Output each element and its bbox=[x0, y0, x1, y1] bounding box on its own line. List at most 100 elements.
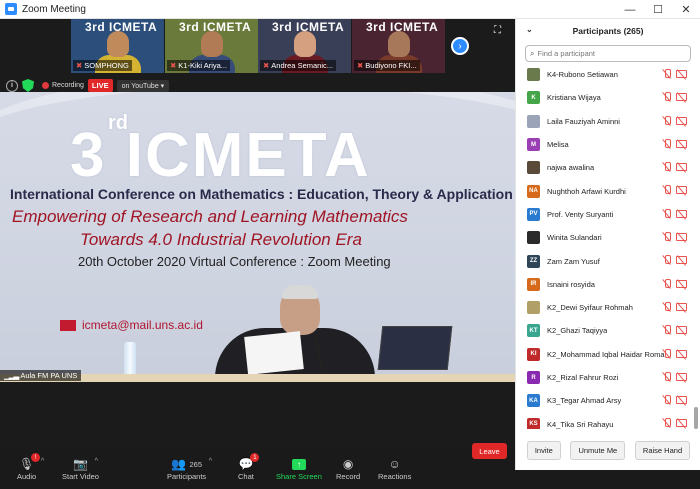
laptop bbox=[377, 326, 453, 370]
participant-row[interactable]: KS K4_Tika Sri Rahayu bbox=[516, 412, 700, 429]
participant-face bbox=[294, 31, 316, 57]
chat-unread-badge: 1 bbox=[250, 453, 260, 462]
participant-row[interactable]: K2_Dewi Syifaur Rohmah bbox=[516, 296, 700, 319]
participants-options-chevron-icon[interactable]: ^ bbox=[209, 458, 212, 465]
avatar: KS bbox=[527, 417, 540, 429]
participants-list: K4-Rubono Setiawan K Kristiana Wijaya Laila… bbox=[516, 63, 700, 429]
mic-muted-icon bbox=[663, 208, 671, 219]
video-thumbnail-strip: 3rd ICMETA ✖ SOMPHONG 3rd ICMETA ✖ K1-Kiki Ar… bbox=[0, 19, 515, 73]
participant-name: K2_Dewi Syifaur Rohmah bbox=[547, 303, 633, 313]
water-bottle bbox=[124, 342, 136, 378]
mic-muted-icon bbox=[663, 255, 671, 265]
video-thumbnail[interactable]: 3rd ICMETA ✖ Budiyono FKI... bbox=[352, 19, 445, 73]
participant-name: K2_Ghazi Taqiyya bbox=[547, 326, 608, 336]
recording-indicator[interactable]: Recording bbox=[42, 82, 84, 89]
participant-row[interactable]: ZZ Zam Zam Yusuf bbox=[516, 249, 700, 272]
share-screen-button[interactable]: ↑ Share Screen bbox=[276, 456, 322, 481]
video-off-icon bbox=[676, 256, 687, 265]
participant-search[interactable]: ⌕ bbox=[525, 45, 691, 62]
participant-row[interactable]: K Kristiana Wijaya bbox=[516, 86, 700, 109]
raise-hand-button[interactable]: Raise Hand bbox=[634, 440, 691, 460]
info-icon[interactable]: i bbox=[6, 79, 18, 92]
record-button[interactable]: ◉ Record bbox=[336, 456, 360, 481]
reactions-button[interactable]: ☺ Reactions bbox=[378, 456, 411, 481]
thumbnail-name-label: ✖ K1-Kiki Ariya... bbox=[167, 60, 231, 71]
close-button[interactable]: ✕ bbox=[672, 0, 700, 19]
live-badge[interactable]: LIVE bbox=[87, 79, 113, 92]
thumbnail-name-label: ✖ Andrea Semanic... bbox=[260, 60, 336, 71]
avatar: M bbox=[527, 138, 540, 152]
mic-muted-icon: ✖ bbox=[263, 61, 270, 70]
mic-muted-icon bbox=[663, 138, 671, 149]
fullscreen-icon[interactable]: ⛶ bbox=[494, 25, 501, 36]
next-thumbnails-button[interactable]: › bbox=[451, 37, 469, 55]
participants-icon: 👥 bbox=[171, 457, 187, 471]
participant-face bbox=[388, 31, 410, 57]
meeting-status-row: i Recording LIVE on YouTube ▾ bbox=[6, 79, 170, 92]
shield-icon[interactable] bbox=[22, 79, 34, 92]
maximize-button[interactable]: ☐ bbox=[644, 0, 672, 19]
participant-row[interactable]: KA K3_Tegar Ahmad Arsy bbox=[516, 389, 700, 412]
participant-row[interactable]: PV Prof. Venty Suryanti bbox=[516, 203, 700, 226]
mic-muted-icon bbox=[663, 348, 671, 359]
mic-muted-icon bbox=[663, 92, 671, 102]
video-off-icon bbox=[676, 93, 687, 102]
participants-scrollbar[interactable] bbox=[693, 63, 698, 429]
participants-button[interactable]: 👥 265 ^ Participants bbox=[167, 456, 212, 481]
mic-muted-icon bbox=[663, 185, 671, 195]
avatar: IR bbox=[527, 277, 540, 291]
invite-button[interactable]: Invite bbox=[526, 440, 561, 460]
mic-muted-icon bbox=[663, 278, 671, 289]
participant-row[interactable]: KT K2_Ghazi Taqiyya bbox=[516, 319, 700, 342]
avatar: K bbox=[527, 91, 540, 105]
chat-button[interactable]: 💬 1 Chat bbox=[238, 453, 260, 481]
participant-row[interactable]: Laila Fauziyah Aminni bbox=[516, 110, 700, 133]
participant-name: Kristiana Wijaya bbox=[547, 93, 601, 103]
share-screen-icon: ↑ bbox=[291, 458, 306, 470]
video-off-icon bbox=[676, 163, 687, 172]
participant-row[interactable]: NA Nughthoh Arfawi Kurdhi bbox=[516, 179, 700, 202]
mic-muted-icon bbox=[663, 232, 671, 242]
avatar: KT bbox=[527, 324, 540, 338]
video-options-chevron-icon[interactable]: ^ bbox=[95, 458, 98, 465]
video-off-icon bbox=[676, 209, 687, 218]
mic-muted-icon bbox=[663, 115, 671, 126]
participant-row[interactable]: M Melisa bbox=[516, 133, 700, 156]
mic-muted-icon: ✖ bbox=[170, 61, 177, 70]
participant-row[interactable]: R K2_Rizal Fahrur Rozi bbox=[516, 366, 700, 389]
avatar: KA bbox=[527, 394, 540, 408]
participant-name: Prof. Venty Suryanti bbox=[547, 209, 614, 219]
collapse-panel-chevron-icon[interactable]: ⌄ bbox=[526, 25, 533, 34]
slide-theme-line2: Towards 4.0 Industrial Revolution Era bbox=[80, 230, 362, 249]
search-input[interactable] bbox=[537, 49, 678, 58]
participant-row[interactable]: Winita Sulandari bbox=[516, 226, 700, 249]
video-off-icon bbox=[676, 302, 687, 311]
unmute-me-button[interactable]: Unmute Me bbox=[570, 440, 626, 460]
speaker-hair bbox=[282, 285, 318, 299]
leave-button[interactable]: Leave bbox=[472, 443, 507, 459]
live-stream-dropdown[interactable]: on YouTube ▾ bbox=[116, 79, 170, 92]
email-icon bbox=[60, 320, 76, 331]
participant-name: K4-Rubono Setiawan bbox=[547, 70, 618, 80]
thumbnail-name-label: ✖ Budiyono FKI... bbox=[354, 60, 420, 71]
minimize-button[interactable]: — bbox=[616, 0, 644, 19]
window-title: Zoom Meeting bbox=[22, 3, 86, 15]
video-thumbnail[interactable]: 3rd ICMETA ✖ Andrea Semanic... bbox=[258, 19, 351, 73]
participant-row[interactable]: najwa awalina bbox=[516, 156, 700, 179]
participant-row[interactable]: KI K2_Mohammad Iqbal Haidar Roma... bbox=[516, 343, 700, 366]
participant-row[interactable]: K4-Rubono Setiawan bbox=[516, 63, 700, 86]
audio-button[interactable]: 🎙 ! ^ Audio bbox=[17, 453, 44, 481]
avatar bbox=[527, 114, 540, 128]
video-thumbnail[interactable]: 3rd ICMETA ✖ SOMPHONG bbox=[71, 19, 164, 73]
participant-name: Melisa bbox=[547, 140, 569, 150]
start-video-button[interactable]: 📷 ^ Start Video bbox=[62, 456, 99, 481]
video-off-icon bbox=[676, 419, 687, 428]
mic-muted-icon bbox=[663, 69, 671, 79]
audio-options-chevron-icon[interactable]: ^ bbox=[41, 458, 44, 465]
participant-name: K2_Rizal Fahrur Rozi bbox=[547, 373, 619, 382]
video-thumbnail[interactable]: 3rd ICMETA ✖ K1-Kiki Ariya... bbox=[165, 19, 258, 73]
mic-muted-icon: ✖ bbox=[357, 61, 364, 70]
slide-date: 20th October 2020 Virtual Conference : Z… bbox=[78, 254, 391, 269]
slide-ordinal: rd bbox=[108, 112, 128, 134]
participant-row[interactable]: IR Isnaini rosyida bbox=[516, 273, 700, 296]
